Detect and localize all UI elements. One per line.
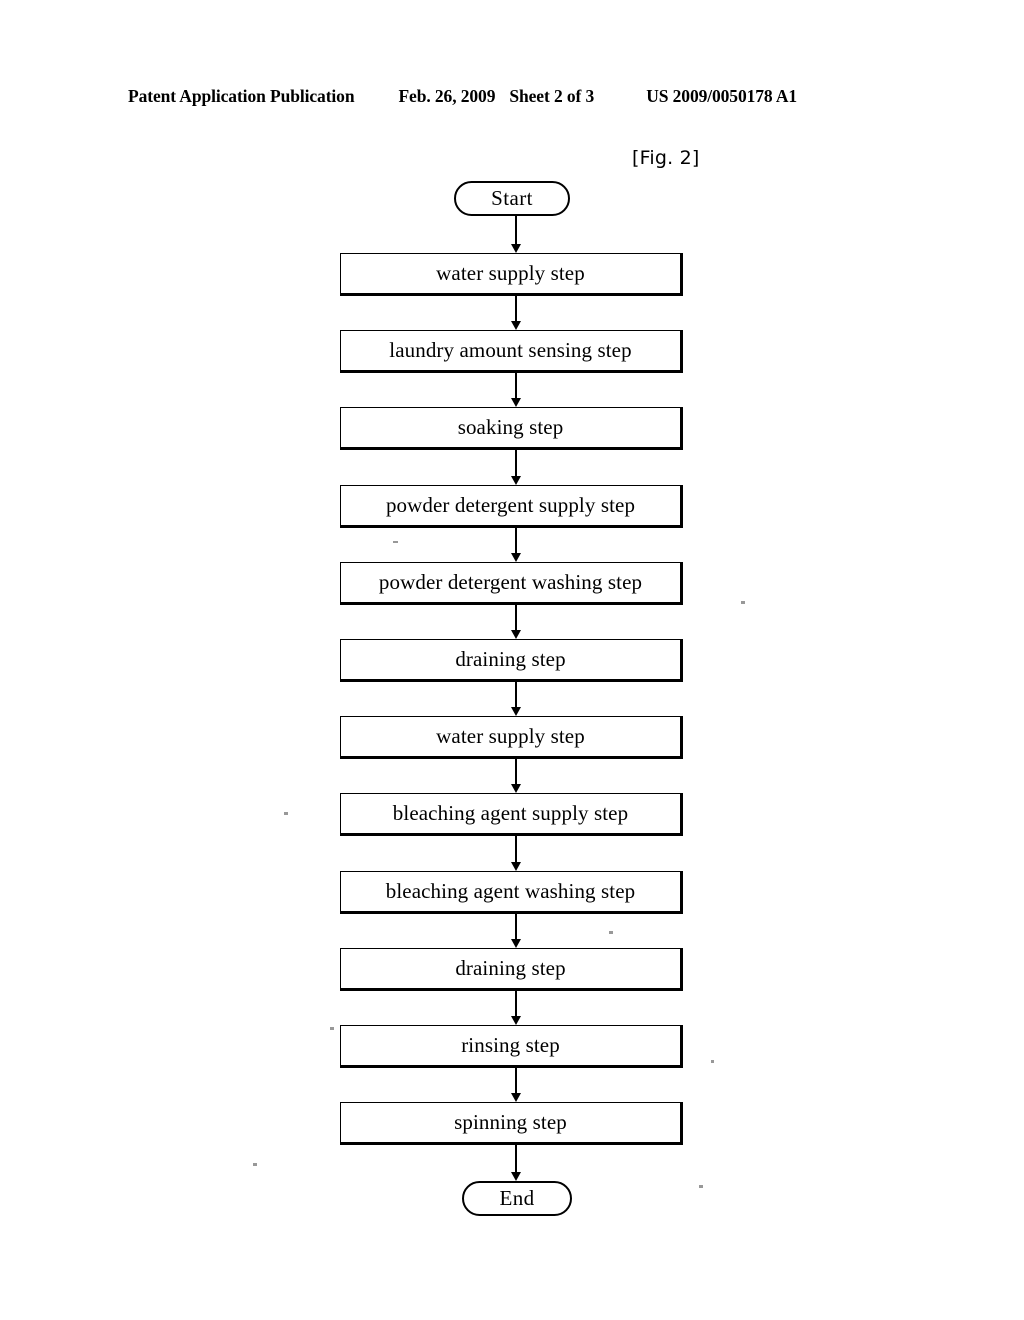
flow-connector-start-arrowhead xyxy=(511,244,521,253)
flow-connector-end-arrowhead xyxy=(511,1172,521,1181)
flow-node-step-7: water supply step xyxy=(340,716,683,759)
flow-node-end-label: End xyxy=(499,1186,535,1210)
flow-node-step-12: spinning step xyxy=(340,1102,683,1145)
flow-connector-3 xyxy=(515,450,517,476)
flow-node-step-10: draining step xyxy=(340,948,683,991)
flow-node-step-1-label: water supply step xyxy=(436,261,585,285)
flow-connector-8 xyxy=(515,836,517,862)
flow-connector-1 xyxy=(515,296,517,321)
flow-node-step-11: rinsing step xyxy=(340,1025,683,1068)
scan-artifact xyxy=(741,601,745,604)
flow-node-step-3-label: soaking step xyxy=(457,415,564,439)
flow-connector-9 xyxy=(515,914,517,939)
flow-node-step-5: powder detergent washing step xyxy=(340,562,683,605)
flow-node-start-label: Start xyxy=(491,186,533,210)
scan-artifact xyxy=(253,1163,257,1166)
flow-connector-7-arrowhead xyxy=(511,784,521,793)
scan-artifact xyxy=(711,1060,714,1063)
flow-node-step-12-label: spinning step xyxy=(454,1110,567,1134)
flow-connector-4-arrowhead xyxy=(511,553,521,562)
flowchart-diagram: Start water supply step laundry amount sen… xyxy=(0,0,1024,1320)
flow-node-end: End xyxy=(462,1181,572,1216)
flow-connector-6 xyxy=(515,682,517,707)
flow-node-step-2: laundry amount sensing step xyxy=(340,330,683,373)
flow-node-step-8-label: bleaching agent supply step xyxy=(392,801,629,825)
scan-artifact xyxy=(699,1185,703,1188)
flow-connector-start xyxy=(515,216,517,244)
flow-node-step-9: bleaching agent washing step xyxy=(340,871,683,914)
scan-artifact xyxy=(330,1027,334,1030)
flow-node-start: Start xyxy=(454,181,570,216)
flow-connector-8-arrowhead xyxy=(511,862,521,871)
flow-connector-10 xyxy=(515,991,517,1016)
flow-node-step-7-label: water supply step xyxy=(436,724,585,748)
flow-node-step-6-label: draining step xyxy=(455,647,566,671)
flow-connector-10-arrowhead xyxy=(511,1016,521,1025)
flow-connector-9-arrowhead xyxy=(511,939,521,948)
scan-artifact xyxy=(609,931,613,934)
flow-connector-7 xyxy=(515,759,517,784)
flow-connector-5 xyxy=(515,605,517,630)
flow-connector-end xyxy=(515,1145,517,1172)
flow-connector-1-arrowhead xyxy=(511,321,521,330)
flow-connector-3-arrowhead xyxy=(511,476,521,485)
flow-connector-11 xyxy=(515,1068,517,1093)
flow-node-step-3: soaking step xyxy=(340,407,683,450)
flow-connector-6-arrowhead xyxy=(511,707,521,716)
flow-node-step-10-label: draining step xyxy=(455,956,566,980)
flow-connector-5-arrowhead xyxy=(511,630,521,639)
flow-node-step-2-label: laundry amount sensing step xyxy=(389,338,632,362)
flow-node-step-9-label: bleaching agent washing step xyxy=(385,879,636,903)
flow-node-step-1: water supply step xyxy=(340,253,683,296)
scan-artifact xyxy=(284,812,288,815)
flow-node-step-5-label: powder detergent washing step xyxy=(378,570,643,594)
flow-connector-2 xyxy=(515,373,517,398)
flow-node-step-6: draining step xyxy=(340,639,683,682)
flow-node-step-8: bleaching agent supply step xyxy=(340,793,683,836)
flow-connector-2-arrowhead xyxy=(511,398,521,407)
flow-connector-4 xyxy=(515,528,517,553)
flow-connector-11-arrowhead xyxy=(511,1093,521,1102)
scan-artifact xyxy=(393,541,398,543)
flow-node-step-11-label: rinsing step xyxy=(461,1033,560,1057)
flow-node-step-4-label: powder detergent supply step xyxy=(385,493,636,517)
flow-node-step-4: powder detergent supply step xyxy=(340,485,683,528)
